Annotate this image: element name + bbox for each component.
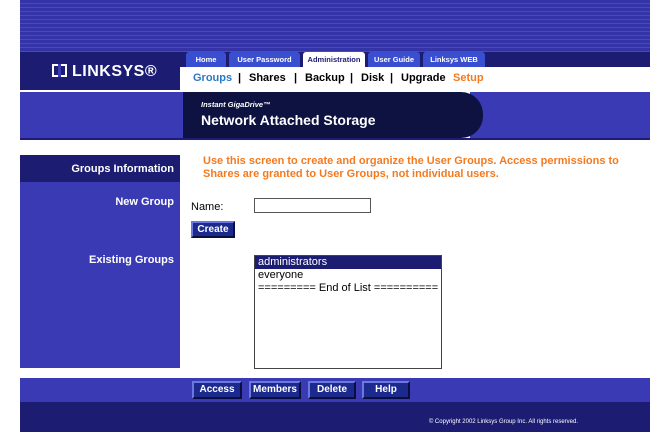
subnav-upgrade[interactable]: Upgrade: [401, 72, 446, 84]
footer-bar: [20, 402, 650, 432]
members-button[interactable]: Members: [249, 381, 301, 399]
copyright-text: © Copyright 2002 Linksys Group Inc. All …: [428, 419, 578, 425]
subnav-separator: |: [350, 72, 354, 84]
subnav-separator: |: [238, 72, 242, 84]
create-button[interactable]: Create: [191, 221, 235, 238]
header-stripes: [20, 0, 650, 52]
sidebar: Groups Information New Group Existing Gr…: [20, 155, 180, 368]
sidebar-existing-groups: Existing Groups: [89, 254, 174, 266]
banner-title: Network Attached Storage: [201, 112, 376, 128]
banner-band-left: [20, 92, 183, 138]
list-item[interactable]: everyone: [255, 269, 441, 282]
existing-groups-list[interactable]: administrators everyone ========= End of…: [254, 255, 442, 369]
sidebar-groups-information: Groups Information: [71, 163, 174, 175]
list-item[interactable]: ========= End of List ==========: [255, 282, 441, 295]
list-item[interactable]: administrators: [255, 256, 441, 269]
delete-button[interactable]: Delete: [308, 381, 356, 399]
subnav-setup[interactable]: Setup: [453, 72, 484, 84]
subnav-groups[interactable]: Groups: [193, 72, 232, 84]
tab-linksys-web[interactable]: Linksys WEB: [423, 52, 485, 67]
subnav-separator: |: [390, 72, 394, 84]
access-button[interactable]: Access: [192, 381, 242, 399]
tab-home[interactable]: Home: [186, 52, 226, 67]
product-banner: Instant GigaDrive™ Network Attached Stor…: [183, 92, 483, 138]
subnav-separator: |: [294, 72, 298, 84]
tab-administration[interactable]: Administration: [303, 52, 365, 67]
banner-divider: [20, 138, 650, 140]
linksys-logo-mark-icon: [52, 64, 67, 77]
group-name-input[interactable]: [254, 198, 371, 213]
sub-navigation: Groups | Shares | Backup | Disk | Upgrad…: [183, 67, 649, 91]
tab-user-password[interactable]: User Password: [229, 52, 300, 67]
tab-user-guide[interactable]: User Guide: [368, 52, 420, 67]
subnav-disk[interactable]: Disk: [361, 72, 384, 84]
banner-subtitle: Instant GigaDrive™: [201, 100, 271, 109]
name-label: Name:: [191, 201, 224, 213]
logo-text: LINKSYS®: [72, 63, 158, 80]
linksys-logo: LINKSYS®: [52, 63, 157, 81]
help-button[interactable]: Help: [362, 381, 410, 399]
banner-band-right: [470, 92, 650, 138]
subnav-shares[interactable]: Shares: [249, 72, 286, 84]
instructions-text: Use this screen to create and organize t…: [203, 155, 619, 180]
subnav-backup[interactable]: Backup: [305, 72, 345, 84]
sidebar-new-group: New Group: [115, 196, 174, 208]
